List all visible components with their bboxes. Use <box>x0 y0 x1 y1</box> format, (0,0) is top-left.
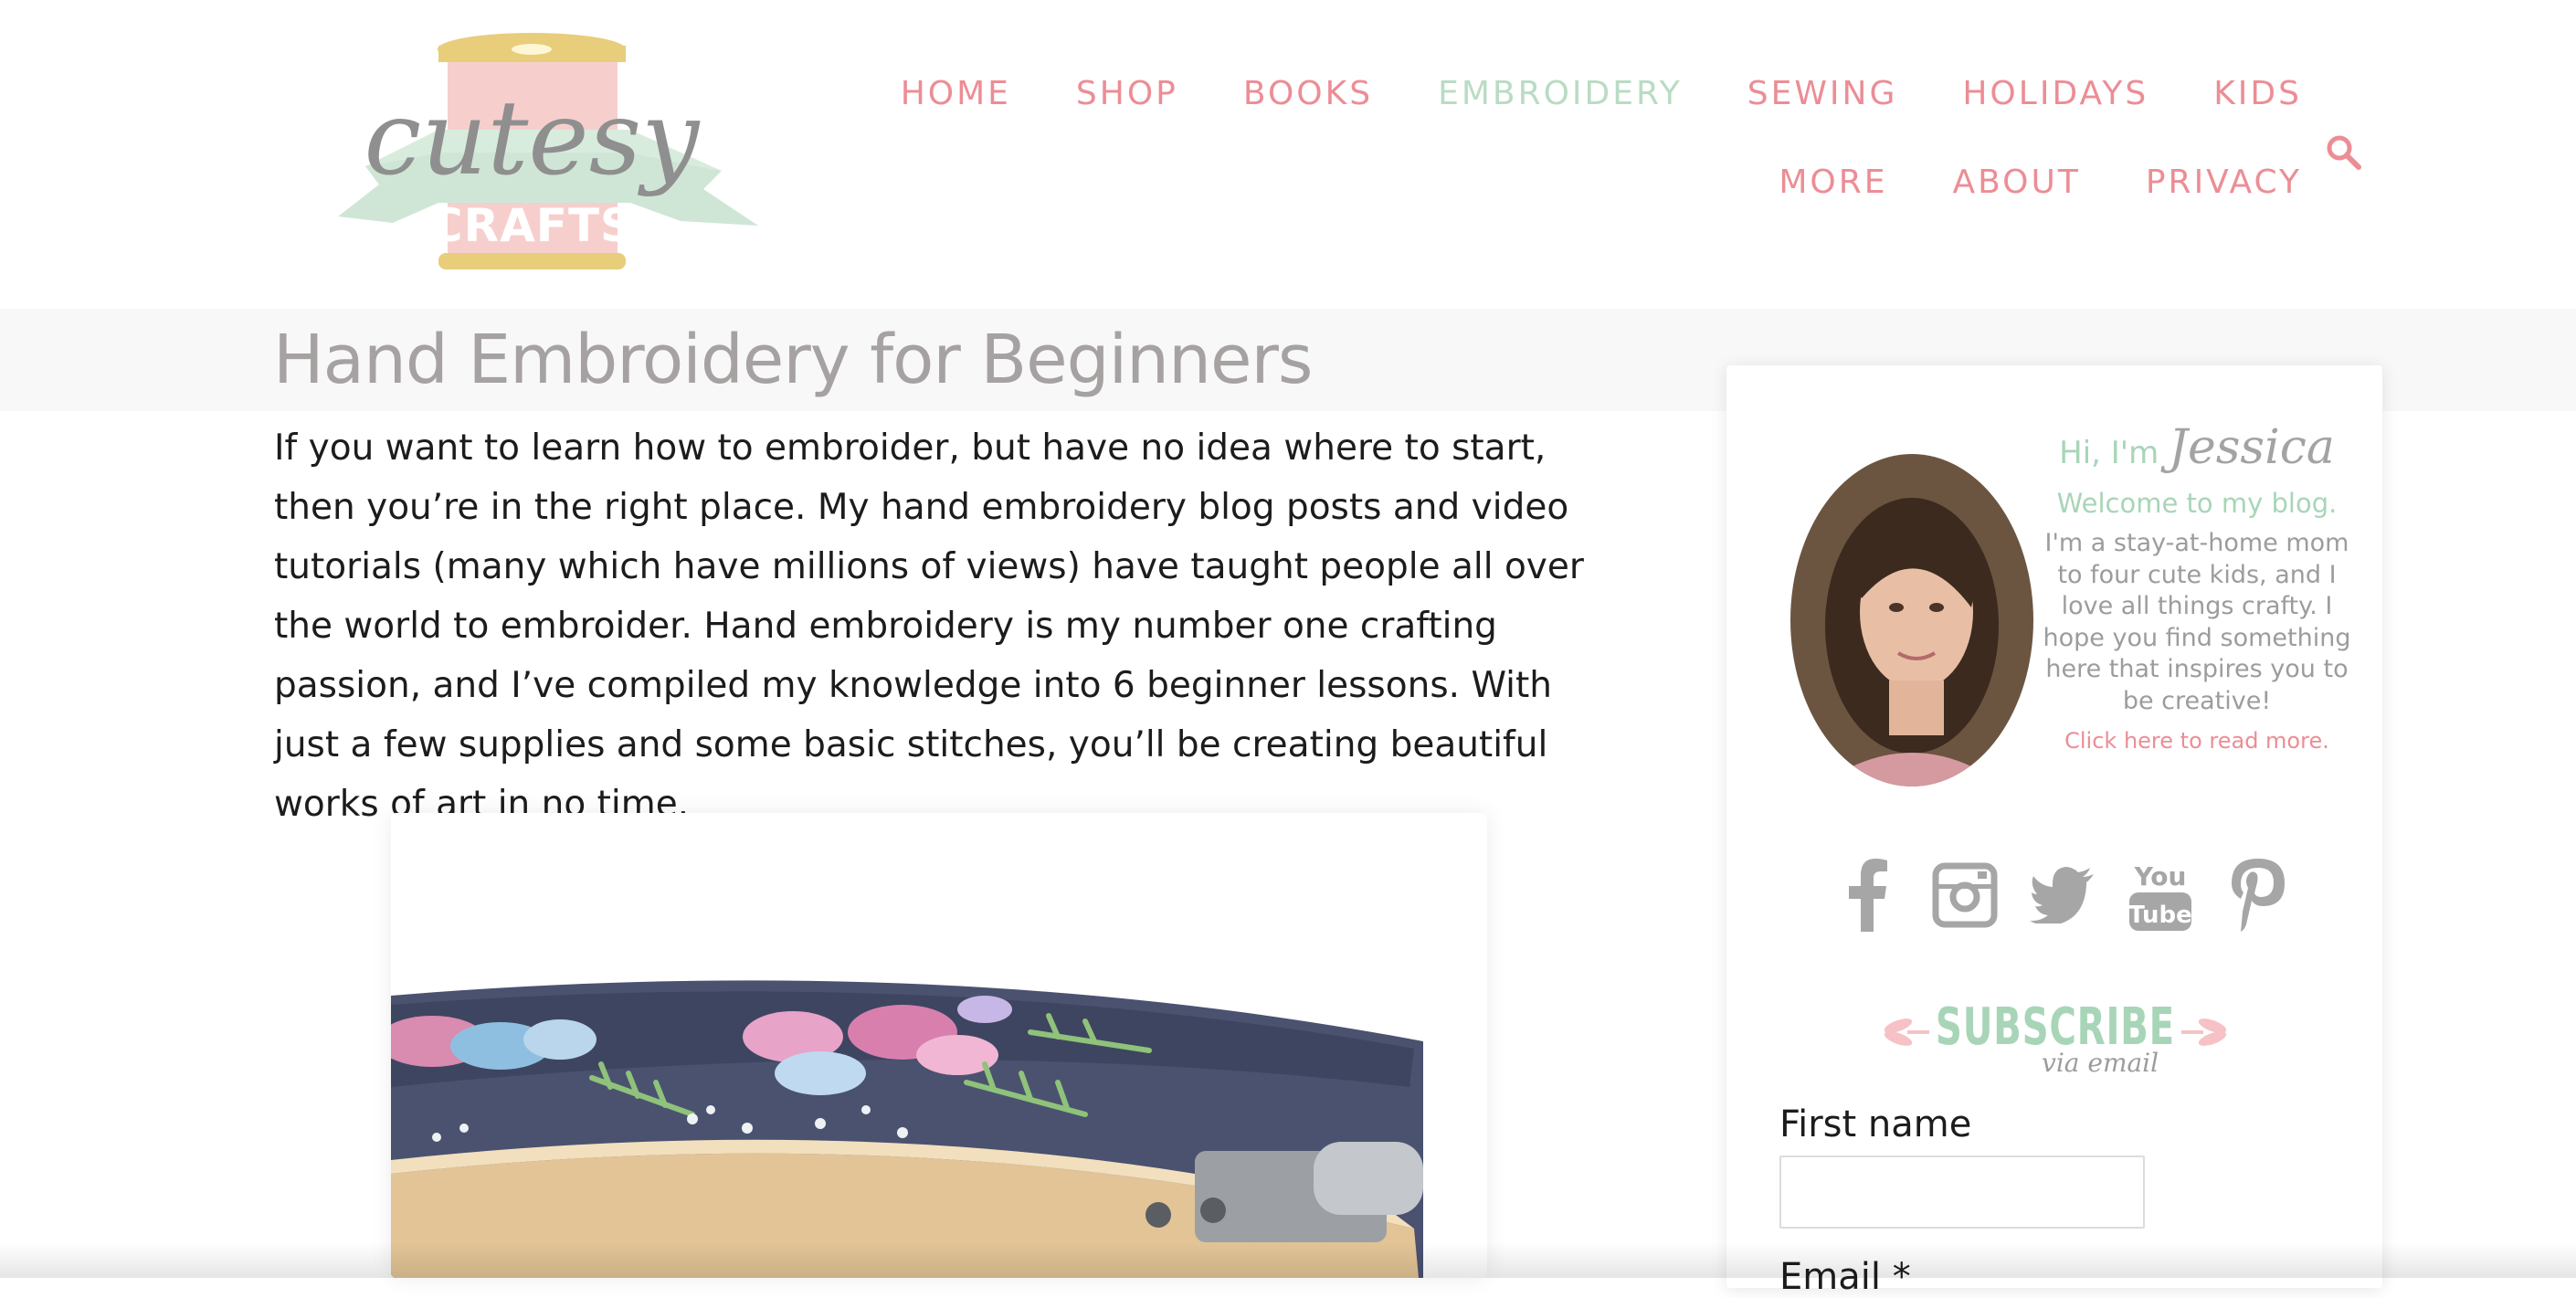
right-leaf-icon <box>2181 1018 2227 1046</box>
embroidery-hoop-image <box>391 813 1487 1278</box>
nav-item-books[interactable]: BOOKS <box>1243 71 1373 117</box>
nav-item-sewing[interactable]: SEWING <box>1747 71 1898 117</box>
search-icon[interactable] <box>2324 132 2364 173</box>
site-logo[interactable]: cutesy CRAFTS <box>329 29 767 280</box>
youtube-icon[interactable]: You Tube <box>2127 858 2193 933</box>
nav-item-shop[interactable]: SHOP <box>1076 71 1178 117</box>
subscribe-subtitle: via email <box>2042 1048 2159 1078</box>
logo-crafts-text: CRAFTS <box>429 199 634 252</box>
bio-greeting: Hi, I'm Jessica <box>2028 420 2366 480</box>
nav-item-privacy[interactable]: PRIVACY <box>2146 160 2302 206</box>
intro-paragraph: If you want to learn how to embroider, b… <box>274 427 1584 825</box>
site-header: cutesy CRAFTS HOME SHOP BOOKS EMBROIDERY… <box>0 0 2576 309</box>
nav-row-secondary: MORE ABOUT PRIVACY <box>1714 160 2302 206</box>
logo-script-text: cutesy <box>364 79 702 198</box>
subscribe-heading: SUBSCRIBE via email <box>1882 1000 2229 1087</box>
youtube-tube-text: Tube <box>2128 902 2192 929</box>
instagram-icon[interactable] <box>1932 858 1998 933</box>
bio-welcome: Welcome to my blog. <box>2056 488 2338 519</box>
left-leaf-icon <box>1884 1018 1929 1046</box>
nav-item-home[interactable]: HOME <box>901 71 1011 117</box>
bio-name: Jessica <box>2169 420 2335 475</box>
bio-hi-text: Hi, I'm <box>2059 435 2159 471</box>
author-bio: Hi, I'm Jessica Welcome to my blog. I'm … <box>2028 420 2366 759</box>
nav-item-kids[interactable]: KIDS <box>2213 71 2302 117</box>
youtube-you-text: You <box>2134 861 2187 892</box>
first-name-input[interactable] <box>1779 1156 2145 1229</box>
nav-item-embroidery[interactable]: EMBROIDERY <box>1438 71 1683 117</box>
social-links: You Tube <box>1834 854 2291 936</box>
nav-row-primary: HOME SHOP BOOKS EMBROIDERY SEWING HOLIDA… <box>836 71 2302 117</box>
nav-item-about[interactable]: ABOUT <box>1952 160 2080 206</box>
pinterest-icon[interactable] <box>2225 858 2291 933</box>
email-label: Email * <box>1779 1256 1911 1298</box>
facebook-icon[interactable] <box>1834 858 1900 933</box>
nav-item-more[interactable]: MORE <box>1779 160 1887 206</box>
twitter-icon[interactable] <box>2030 858 2096 933</box>
first-name-label: First name <box>1779 1103 1972 1145</box>
bio-read-more-link[interactable]: Click here to read more. <box>2028 723 2366 759</box>
nav-item-holidays[interactable]: HOLIDAYS <box>1962 71 2148 117</box>
sidebar: Hi, I'm Jessica Welcome to my blog. I'm … <box>1726 365 2382 1298</box>
main-nav: HOME SHOP BOOKS EMBROIDERY SEWING HOLIDA… <box>901 71 2302 201</box>
subscribe-title: SUBSCRIBE <box>1936 997 2175 1057</box>
author-photo[interactable] <box>1789 452 2035 788</box>
bio-text: I'm a stay-at-home mom to four cute kids… <box>2043 529 2351 715</box>
page-title: Hand Embroidery for Beginners <box>273 321 1313 399</box>
